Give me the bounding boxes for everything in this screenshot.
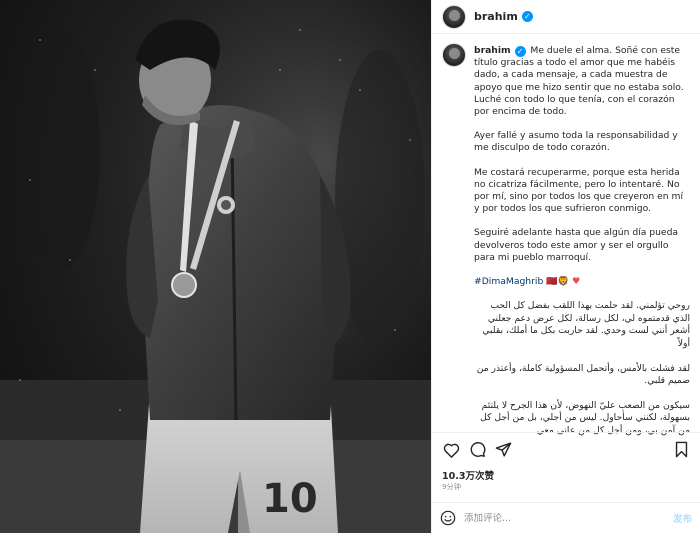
post-comment-button[interactable]: 发布 [673,511,692,525]
caption-row: brahim ✓ Me duele el alma. Soñé con este… [442,43,690,450]
post-time[interactable]: 9分钟 [442,482,461,492]
caption-es-p3: Me costará recuperarme, porque esta heri… [474,166,684,215]
caption-section: brahim ✓ Me duele el alma. Soñé con este… [432,35,700,455]
smiley-icon[interactable] [440,510,456,526]
save-button[interactable] [668,437,694,463]
hashtag-link[interactable]: #DimaMaghrib [474,276,543,287]
paper-plane-icon [495,442,511,457]
caption-text: brahim ✓ Me duele el alma. Soñé con este… [474,45,690,450]
player-photo-illustration: 10 [0,0,431,533]
jersey-number: 10 [262,476,318,522]
verified-badge-icon: ✓ [521,11,533,22]
avatar[interactable] [442,4,466,29]
caption-es-p4: Seguiré adelante hasta que algún día pue… [474,227,679,263]
caption-ar-p1: روحي تؤلمني. لقد حلمت بهذا اللقب بفضل كل… [482,300,690,350]
caption-ar-p2: لقد فشلت بالأمس، وأتحمل المسؤولية كاملة،… [476,362,690,387]
like-button[interactable] [438,437,464,463]
heart-icon [443,443,459,458]
heart-emoji-icon: ♥ [572,276,581,288]
post-photo[interactable]: 10 [0,0,431,533]
caption-avatar[interactable] [442,43,466,67]
caption-paragraph: brahim ✓ Me duele el alma. Soñé con este… [474,45,690,118]
header-username[interactable]: brahim [474,10,518,23]
comment-composer: 发布 [432,502,700,533]
bookmark-icon [675,441,687,458]
caption-username[interactable]: brahim [474,45,511,56]
likes-count[interactable]: 10.3万次赞 [442,468,494,482]
action-bar [432,432,700,466]
flag-lion-emoji: 🇲🇦🦁 [546,276,570,288]
comment-button[interactable] [464,437,490,463]
caption-hashtag-line: #DimaMaghrib 🇲🇦🦁 ♥ [474,276,690,288]
post-header: brahim ✓ [432,0,700,34]
caption-verified-badge-icon: ✓ [514,46,526,57]
speech-bubble-icon [470,442,485,457]
caption-es-p2: Ayer fallé y asumo toda la responsabilid… [474,130,678,154]
comment-input[interactable] [464,512,673,524]
share-button[interactable] [490,437,516,463]
post-details-panel: brahim ✓ brahim ✓ Me duele el alma. Soñé… [431,0,700,533]
